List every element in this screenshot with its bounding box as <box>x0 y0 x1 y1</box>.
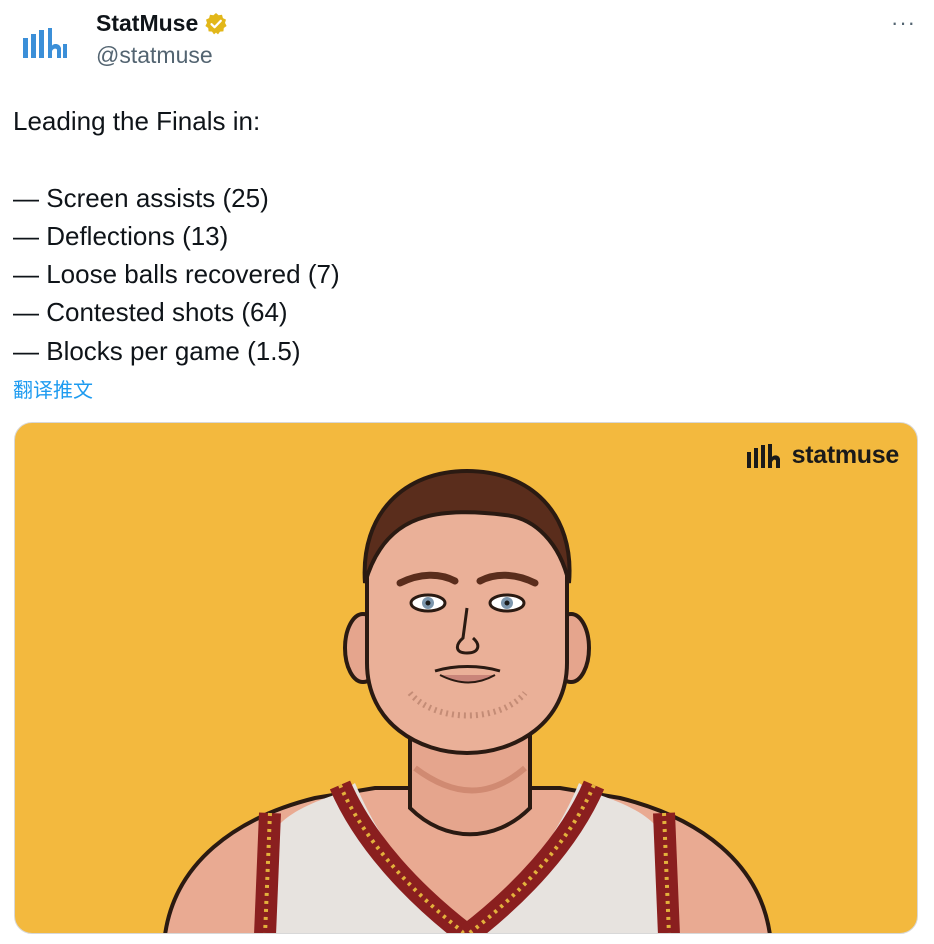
statmuse-logo-icon <box>23 28 67 58</box>
list-item: — Loose balls recovered (7) <box>13 259 340 290</box>
list-item: — Contested shots (64) <box>13 297 288 328</box>
more-options-icon[interactable]: ··· <box>891 10 916 36</box>
tweet-intro: Leading the Finals in: <box>13 106 261 136</box>
media-brand: statmuse <box>746 441 899 470</box>
statmuse-bars-icon <box>746 443 780 468</box>
list-item: — Deflections (13) <box>13 220 229 251</box>
list-item: — Screen assists (25) <box>13 182 269 213</box>
brand-text: statmuse <box>791 441 900 469</box>
display-name[interactable]: StatMuse <box>96 10 198 37</box>
tweet-text: Leading the Finals in: — Screen assists … <box>13 102 893 370</box>
list-item: — Blocks per game (1.5) <box>13 335 301 366</box>
translate-link[interactable]: 翻译推文 <box>13 374 93 403</box>
avatar[interactable] <box>10 8 82 80</box>
media-image[interactable]: statmuse <box>14 422 918 934</box>
verified-badge-icon <box>205 12 227 34</box>
display-name-row: StatMuse <box>96 10 228 37</box>
player-portrait-illustration <box>163 468 772 933</box>
handle[interactable]: @statmuse <box>96 42 213 69</box>
